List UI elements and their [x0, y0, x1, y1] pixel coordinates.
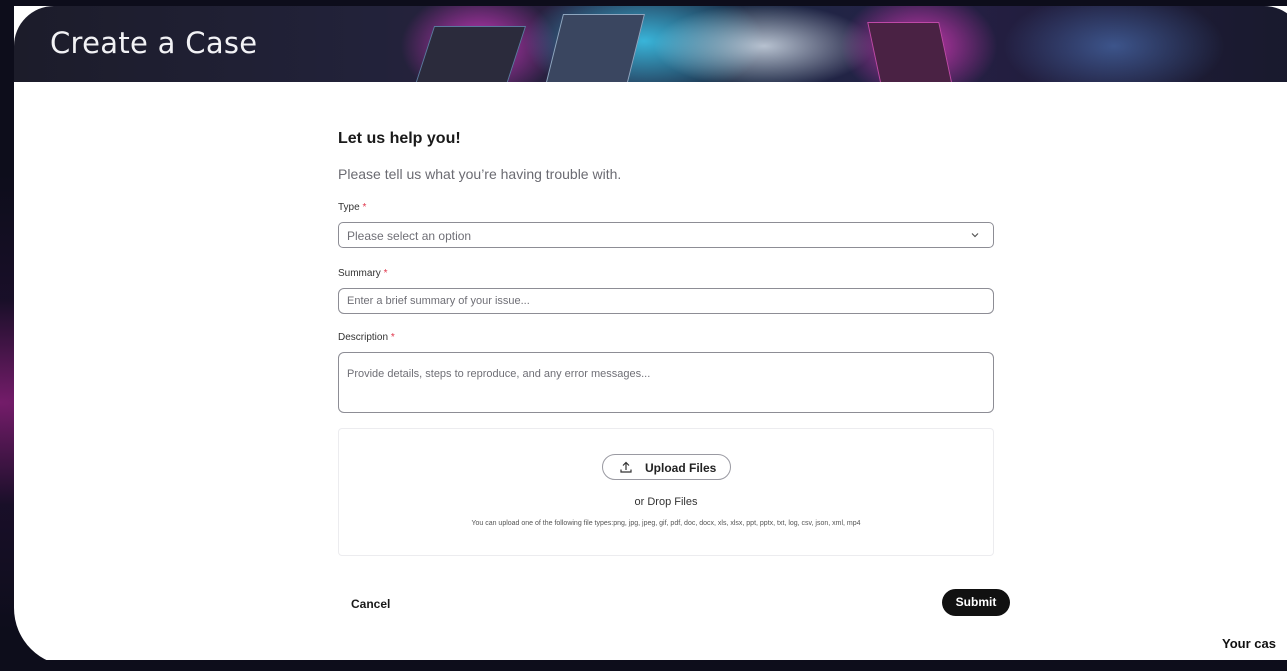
description-textarea[interactable]: Provide details, steps to reproduce, and… [338, 352, 994, 413]
chevron-down-icon [969, 228, 981, 246]
summary-label: Summary * [338, 268, 387, 279]
description-label-text: Description [338, 332, 389, 343]
footer-text: Your cas [1222, 636, 1276, 651]
bottom-dark-strip [0, 660, 1287, 671]
banner-block-1 [413, 26, 527, 82]
type-label: Type * [338, 202, 366, 213]
upload-files-label: Upload Files [645, 461, 717, 475]
upload-files-button[interactable]: Upload Files [602, 454, 731, 480]
file-types-note: You can upload one of the following file… [471, 520, 861, 527]
file-dropzone[interactable]: Upload Files or Drop Files You can uploa… [338, 428, 994, 556]
page-title: Create a Case [50, 26, 258, 60]
description-placeholder: Provide details, steps to reproduce, and… [347, 368, 651, 380]
cancel-button[interactable]: Cancel [351, 597, 390, 611]
required-mark: * [390, 332, 395, 343]
summary-input[interactable]: Enter a brief summary of your issue... [338, 288, 994, 314]
form-subtext: Please tell us what you’re having troubl… [338, 166, 622, 182]
drop-files-label: or Drop Files [634, 496, 698, 508]
required-mark: * [383, 268, 388, 279]
case-card: Create a Case Let us help you! Please te… [14, 6, 1287, 666]
summary-label-text: Summary [338, 268, 381, 279]
type-label-text: Type [338, 202, 360, 213]
banner-glow-blue [994, 6, 1234, 82]
header-banner: Create a Case [14, 6, 1287, 82]
required-mark: * [362, 202, 367, 213]
banner-block-3 [867, 22, 953, 82]
type-select-value: Please select an option [347, 229, 472, 243]
upload-icon [619, 460, 633, 479]
type-select[interactable]: Please select an option [338, 222, 994, 248]
summary-placeholder: Enter a brief summary of your issue... [347, 295, 530, 307]
form-heading: Let us help you! [338, 130, 461, 147]
banner-block-2 [545, 14, 645, 82]
description-label: Description * [338, 332, 395, 343]
submit-button[interactable]: Submit [942, 589, 1010, 616]
